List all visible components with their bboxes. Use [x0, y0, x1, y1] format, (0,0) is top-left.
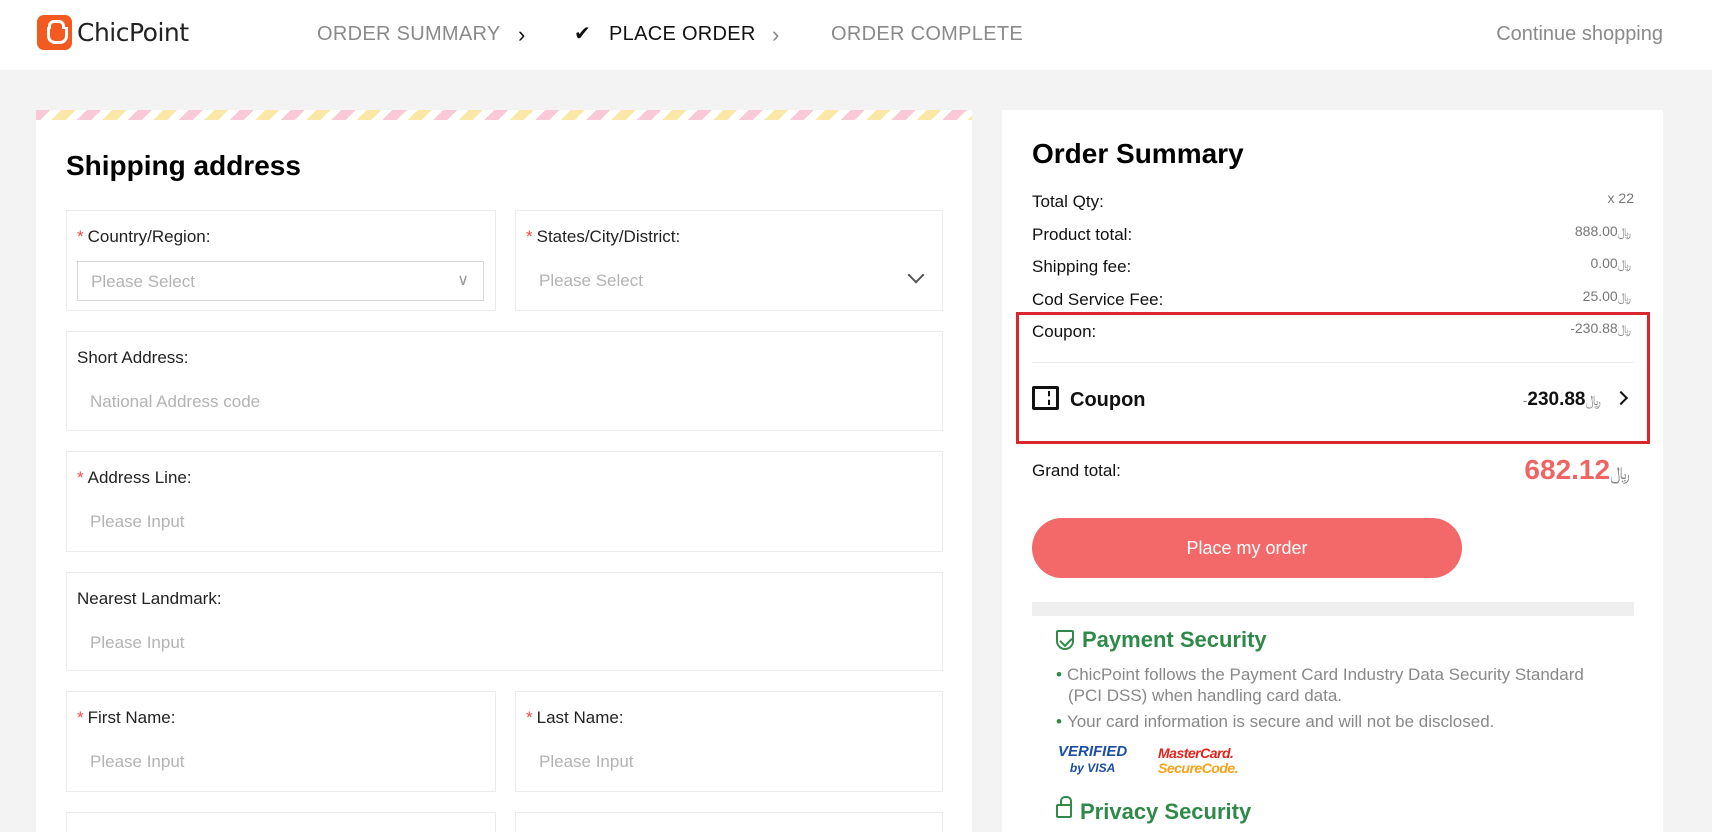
continue-shopping-link[interactable]: Continue shopping: [1496, 23, 1663, 46]
state-field[interactable]: * States/City/District: Please Select: [515, 210, 943, 311]
short-address-label: Short Address:: [77, 348, 189, 367]
shipping-fee-row: Shipping fee: ﷼0.00: [1032, 255, 1634, 279]
next-field-partial[interactable]: [515, 812, 943, 832]
decorative-stripe: [36, 110, 972, 120]
step-order-complete: ORDER COMPLETE: [831, 23, 1024, 45]
shipping-address-title: Shipping address: [66, 150, 301, 181]
country-label: Country/Region:: [87, 227, 211, 246]
payment-security-title: Payment Security: [1082, 627, 1267, 652]
step-place-order: PLACE ORDER: [609, 23, 756, 45]
state-placeholder: Please Select: [539, 271, 643, 290]
first-name-field[interactable]: * First Name: Please Input: [66, 691, 496, 792]
shipping-address-panel: Shipping address * Country/Region: Please…: [36, 110, 972, 832]
currency-icon: ﷼: [1617, 225, 1631, 239]
product-total-row: Product total: ﷼888.00: [1032, 223, 1634, 247]
required-mark: *: [77, 468, 84, 487]
payment-point-1: • ChicPoint follows the Payment Card Indu…: [1056, 665, 1584, 705]
checkmark-icon: ✔: [574, 23, 591, 45]
landmark-label: Nearest Landmark:: [77, 589, 222, 608]
verified-by-visa-logo: VERIFIED by VISA: [1058, 743, 1128, 776]
short-address-input[interactable]: National Address code: [90, 392, 260, 412]
next-field-partial[interactable]: [66, 812, 496, 832]
required-mark: *: [77, 708, 84, 727]
lock-icon: [1056, 796, 1072, 818]
brand-logo[interactable]: ChicPoint: [37, 15, 189, 50]
total-qty-label: Total Qty:: [1032, 192, 1104, 211]
required-mark: *: [526, 227, 533, 246]
product-total-value: 888.00: [1574, 223, 1618, 239]
top-header: ChicPoint ORDER SUMMARY › ✔ PLACE ORDER …: [0, 0, 1712, 70]
last-name-field[interactable]: * Last Name: Please Input: [515, 691, 943, 792]
mastercard-securecode-logo: MasterCard. SecureCode.: [1158, 745, 1239, 776]
brand-name: ChicPoint: [77, 18, 189, 47]
required-mark: *: [526, 708, 533, 727]
short-address-field[interactable]: Short Address: National Address code: [66, 331, 943, 431]
total-qty-row: Total Qty: x 22: [1032, 190, 1634, 214]
order-summary-title: Order Summary: [1032, 138, 1244, 169]
currency-icon: ﷼: [1610, 463, 1630, 484]
address-line-field[interactable]: * Address Line: Please Input: [66, 451, 943, 552]
currency-icon: ﷼: [1617, 290, 1631, 304]
country-field: * Country/Region: Please Select ∨: [66, 210, 496, 311]
shopping-bag-icon: [37, 15, 72, 50]
last-name-input[interactable]: Please Input: [539, 752, 634, 772]
product-total-label: Product total:: [1032, 225, 1133, 244]
total-qty-value: x 22: [1607, 190, 1634, 206]
privacy-security-title: Privacy Security: [1080, 799, 1252, 824]
section-separator: [1032, 602, 1634, 616]
place-order-button[interactable]: Place my order: [1032, 518, 1462, 578]
chevron-down-icon: ∨: [457, 272, 469, 289]
last-name-label: Last Name:: [536, 708, 624, 727]
currency-icon: ﷼: [1617, 257, 1631, 271]
cod-fee-value: 25.00: [1582, 288, 1618, 304]
shipping-fee-label: Shipping fee:: [1032, 257, 1132, 276]
required-mark: *: [77, 227, 84, 246]
grand-total-value: 682.12: [1524, 454, 1611, 485]
chevron-right-icon: ›: [518, 22, 526, 47]
cod-fee-row: Cod Service Fee: ﷼25.00: [1032, 288, 1634, 312]
payment-point-2: • Your card information is secure and wil…: [1056, 712, 1495, 731]
state-label: States/City/District:: [536, 227, 681, 246]
step-order-summary: ORDER SUMMARY: [317, 23, 501, 45]
country-select[interactable]: Please Select ∨: [77, 261, 484, 301]
grand-total-label: Grand total:: [1032, 461, 1121, 480]
shipping-fee-value: 0.00: [1590, 255, 1618, 271]
landmark-field[interactable]: Nearest Landmark: Please Input: [66, 572, 943, 671]
chevron-down-icon: [907, 266, 925, 284]
address-line-input[interactable]: Please Input: [90, 512, 185, 532]
order-summary-panel: Order Summary Total Qty: x 22 Product to…: [1002, 110, 1663, 832]
cod-fee-label: Cod Service Fee:: [1032, 290, 1164, 309]
first-name-input[interactable]: Please Input: [90, 752, 185, 772]
first-name-label: First Name:: [87, 708, 176, 727]
country-placeholder: Please Select: [91, 272, 195, 291]
shield-check-icon: [1056, 630, 1074, 650]
address-line-label: Address Line:: [87, 468, 192, 487]
landmark-input[interactable]: Please Input: [90, 633, 185, 653]
chevron-right-icon: ›: [772, 22, 780, 47]
coupon-highlight-box: [1016, 312, 1650, 444]
